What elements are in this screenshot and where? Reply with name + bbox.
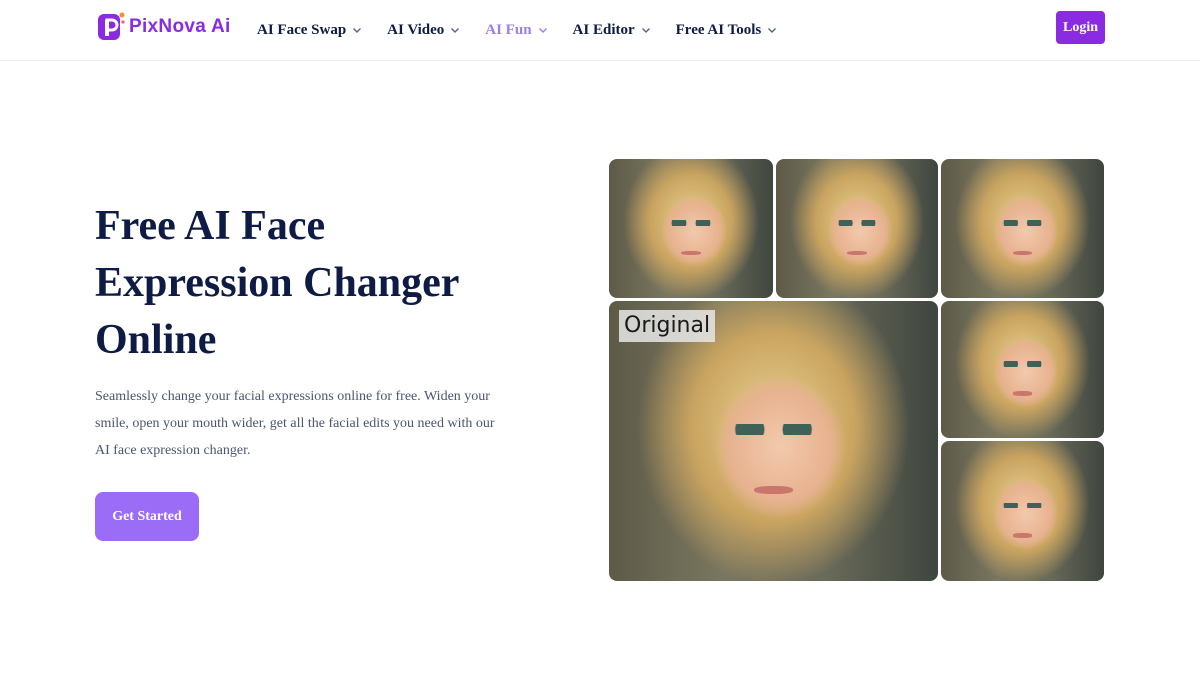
- nav-item-ai-face-swap[interactable]: AI Face Swap: [257, 22, 362, 39]
- nav-item-label: AI Editor: [572, 21, 635, 38]
- face-eyes: [734, 424, 813, 436]
- nav-item-label: Free AI Tools: [675, 21, 762, 38]
- hero-description: Seamlessly change your facial expression…: [95, 389, 495, 458]
- get-started-button[interactable]: Get Started: [95, 492, 199, 541]
- chevron-down-icon: [768, 28, 777, 33]
- face-eyes: [1002, 361, 1043, 367]
- face-eyes: [1002, 220, 1043, 226]
- nav-item-ai-fun[interactable]: AI Fun: [485, 22, 547, 39]
- main-nav: AI Face Swap AI Video AI Fun AI Editor F…: [257, 0, 802, 60]
- face-mouth: [1012, 250, 1033, 255]
- chevron-down-icon: [641, 28, 650, 33]
- nav-item-free-ai-tools[interactable]: Free AI Tools: [676, 22, 778, 39]
- top-navigation-bar: PixNova Ai AI Face Swap AI Video AI Fun …: [0, 0, 1200, 61]
- face-mouth: [1012, 391, 1033, 396]
- nav-item-label: AI Video: [387, 21, 445, 38]
- login-button[interactable]: Login: [1056, 11, 1105, 44]
- nav-item-ai-video[interactable]: AI Video: [387, 22, 460, 39]
- expression-thumbnail: [941, 441, 1104, 581]
- page-title: Free AI Face Expression Changer Online: [95, 203, 459, 363]
- face-eyes: [671, 220, 711, 226]
- brand-logo[interactable]: PixNova Ai: [96, 10, 231, 44]
- face-eyes: [837, 220, 877, 226]
- nav-item-label: AI Fun: [485, 21, 532, 38]
- expression-thumbnail: [609, 159, 773, 298]
- face-mouth: [847, 250, 867, 255]
- face-mouth: [753, 485, 794, 495]
- chevron-down-icon: [451, 28, 460, 33]
- original-photo: Original: [609, 301, 938, 581]
- brand-name: PixNova Ai: [129, 16, 231, 37]
- expression-thumbnail: [941, 159, 1104, 298]
- chevron-down-icon: [538, 28, 547, 33]
- expression-thumbnail: [776, 159, 938, 298]
- chevron-down-icon: [353, 28, 362, 33]
- face-eyes: [1002, 502, 1043, 509]
- nav-item-ai-editor[interactable]: AI Editor: [573, 22, 651, 39]
- expression-thumbnail: [941, 301, 1104, 438]
- pixnova-logo-icon: [96, 11, 126, 43]
- face-mouth: [1012, 533, 1033, 538]
- nav-item-label: AI Face Swap: [257, 21, 347, 38]
- original-label: Original: [619, 310, 716, 342]
- face-mouth: [681, 250, 701, 255]
